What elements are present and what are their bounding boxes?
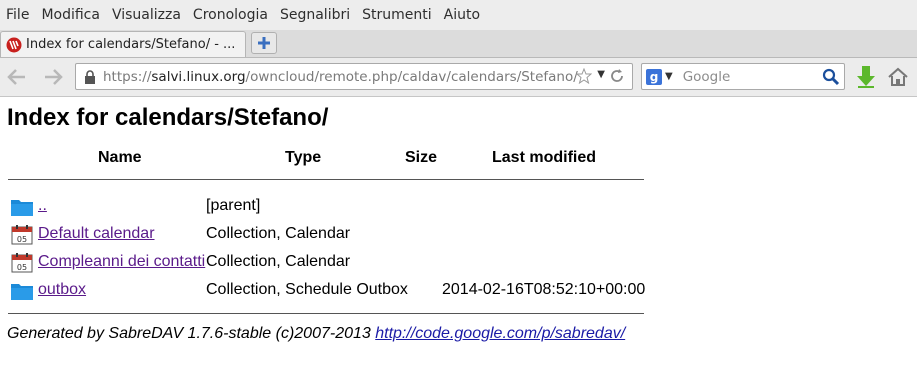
- calendar-icon: 05: [11, 225, 33, 245]
- menu-strumenti[interactable]: Strumenti: [356, 7, 438, 23]
- entry-type: Collection, Calendar: [206, 253, 351, 270]
- google-engine-icon[interactable]: g: [646, 68, 662, 85]
- column-header-name: Name: [98, 149, 142, 166]
- owncloud-favicon-icon: [6, 37, 22, 52]
- url-text: https://salvi.linux.org/owncloud/remote.…: [103, 68, 578, 85]
- column-header-modified: Last modified: [492, 149, 597, 166]
- back-arrow-icon: [7, 69, 25, 85]
- menu-cronologia[interactable]: Cronologia: [187, 7, 274, 23]
- calendar-icon: 05: [11, 253, 33, 273]
- entry-type: [parent]: [206, 197, 261, 214]
- entry-modified: 2014-02-16T08:52:10+00:00: [442, 281, 646, 298]
- entry-link[interactable]: Default calendar: [38, 225, 155, 243]
- home-button[interactable]: [887, 66, 909, 88]
- plus-icon: [258, 37, 270, 49]
- footer: Generated by SabreDAV 1.7.6-stable (c)20…: [7, 325, 625, 343]
- page-content: Index for calendars/Stefano/ Name Type S…: [0, 97, 917, 378]
- menu-bar: File Modifica Visualizza Cronologia Segn…: [0, 0, 917, 30]
- search-bar[interactable]: g ▼ Google: [641, 63, 845, 90]
- table-row: .. [parent]: [10, 195, 650, 217]
- entry-type: Collection, Calendar: [206, 225, 351, 242]
- header-divider: [8, 179, 644, 180]
- search-placeholder: Google: [682, 68, 731, 85]
- entry-link[interactable]: ..: [38, 197, 47, 215]
- download-arrow-icon: [857, 66, 875, 88]
- footer-text: Generated by SabreDAV 1.7.6-stable (c)20…: [7, 325, 376, 342]
- engine-dropdown-icon[interactable]: ▼: [665, 71, 673, 82]
- entry-type: Collection, Schedule Outbox: [206, 281, 408, 298]
- back-button[interactable]: [6, 66, 28, 88]
- url-bar[interactable]: https://salvi.linux.org/owncloud/remote.…: [75, 63, 633, 90]
- search-icon[interactable]: [822, 68, 840, 86]
- svg-text:05: 05: [17, 235, 27, 244]
- page-title: Index for calendars/Stefano/: [7, 104, 329, 131]
- tab-title: Index for calendars/Stefano/ - ...: [26, 37, 236, 52]
- menu-visualizza[interactable]: Visualizza: [106, 7, 187, 23]
- forward-button[interactable]: [42, 66, 64, 88]
- home-icon: [888, 67, 908, 86]
- menu-aiuto[interactable]: Aiuto: [438, 7, 486, 23]
- lock-icon: [85, 69, 95, 84]
- column-header-size: Size: [405, 149, 438, 166]
- column-header-type: Type: [285, 149, 322, 166]
- footer-link[interactable]: http://code.google.com/p/sabredav/: [375, 325, 625, 342]
- menu-file[interactable]: File: [0, 7, 35, 23]
- forward-arrow-icon: [45, 69, 63, 85]
- history-dropdown-icon[interactable]: ▼: [597, 69, 605, 80]
- table-row: 05 Compleanni dei contatti Collection, C…: [10, 251, 650, 273]
- bookmark-star-icon[interactable]: [576, 68, 592, 84]
- tab-strip: Index for calendars/Stefano/ - ...: [0, 30, 917, 58]
- footer-divider: [8, 313, 644, 314]
- new-tab-button[interactable]: [251, 32, 277, 54]
- svg-text:05: 05: [17, 263, 27, 272]
- entry-link[interactable]: Compleanni dei contatti: [38, 253, 205, 271]
- folder-icon: [11, 284, 33, 300]
- reload-icon[interactable]: [609, 68, 625, 84]
- folder-icon: [11, 200, 33, 216]
- table-row: 05 Default calendar Collection, Calendar: [10, 223, 650, 245]
- menu-modifica[interactable]: Modifica: [35, 7, 106, 23]
- downloads-button[interactable]: [855, 66, 877, 88]
- menu-segnalibri[interactable]: Segnalibri: [274, 7, 356, 23]
- entry-link[interactable]: outbox: [38, 281, 86, 299]
- table-row: outbox Collection, Schedule Outbox 2014-…: [10, 279, 650, 301]
- tab-active[interactable]: Index for calendars/Stefano/ - ...: [0, 31, 246, 57]
- nav-bar: https://salvi.linux.org/owncloud/remote.…: [0, 58, 917, 97]
